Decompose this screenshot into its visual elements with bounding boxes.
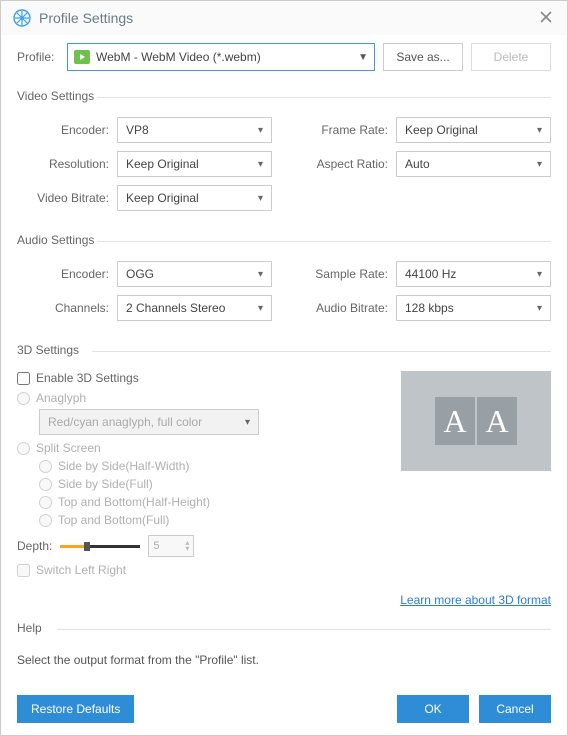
chevron-down-icon: ▾ — [537, 303, 542, 314]
split-radio: Split Screen — [17, 441, 375, 455]
framerate-select[interactable]: Keep Original▾ — [396, 117, 551, 143]
restore-defaults-button[interactable]: Restore Defaults — [17, 695, 134, 723]
switch-lr-checkbox: Switch Left Right — [17, 563, 551, 577]
titlebar: Profile Settings — [1, 1, 567, 35]
play-icon — [74, 50, 90, 64]
video-bitrate-select[interactable]: Keep Original▾ — [117, 185, 272, 211]
video-bitrate-label: Video Bitrate: — [17, 191, 109, 205]
anaglyph-select: Red/cyan anaglyph, full color ▾ — [39, 409, 259, 435]
depth-spin: 5 ▴▾ — [148, 535, 194, 557]
enable-3d-checkbox[interactable]: Enable 3D Settings — [17, 371, 375, 385]
resolution-label: Resolution: — [17, 157, 109, 171]
samplerate-select[interactable]: 44100 Hz▾ — [396, 261, 551, 287]
sbs-half-radio: Side by Side(Half-Width) — [39, 459, 375, 473]
preview-letter-left: A — [435, 397, 475, 445]
video-heading: Video Settings — [17, 89, 551, 111]
save-as-button[interactable]: Save as... — [383, 43, 463, 71]
audio-bitrate-select[interactable]: 128 kbps▾ — [396, 295, 551, 321]
cancel-button[interactable]: Cancel — [479, 695, 551, 723]
threed-heading: 3D Settings — [17, 343, 551, 365]
video-encoder-select[interactable]: VP8▾ — [117, 117, 272, 143]
chevron-down-icon: ▾ — [258, 303, 263, 314]
chevron-down-icon: ▾ — [537, 125, 542, 136]
help-heading: Help — [17, 621, 551, 643]
threed-section: 3D Settings Enable 3D Settings Anaglyph … — [17, 343, 551, 611]
delete-button: Delete — [471, 43, 551, 71]
chevron-down-icon: ▾ — [245, 417, 250, 428]
help-text: Select the output format from the "Profi… — [17, 649, 551, 667]
depth-label: Depth: — [17, 539, 52, 553]
chevron-down-icon: ▾ — [537, 159, 542, 170]
preview-letter-right: A — [477, 397, 517, 445]
profile-value: WebM - WebM Video (*.webm) — [96, 50, 352, 64]
chevron-down-icon: ▾ — [258, 193, 263, 204]
samplerate-label: Sample Rate: — [296, 267, 388, 281]
profile-select[interactable]: WebM - WebM Video (*.webm) ▼ — [67, 43, 375, 71]
close-icon[interactable] — [539, 10, 555, 26]
aspect-label: Aspect Ratio: — [296, 157, 388, 171]
window-title: Profile Settings — [39, 10, 539, 26]
depth-slider[interactable] — [60, 539, 140, 553]
tab-full-radio: Top and Bottom(Full) — [39, 513, 375, 527]
channels-select[interactable]: 2 Channels Stereo▾ — [117, 295, 272, 321]
ok-button[interactable]: OK — [397, 695, 469, 723]
enable-3d-input[interactable] — [17, 372, 30, 385]
bottombar: Restore Defaults OK Cancel — [17, 695, 551, 723]
aspect-select[interactable]: Auto▾ — [396, 151, 551, 177]
chevron-down-icon: ▾ — [258, 269, 263, 280]
app-icon — [13, 9, 31, 27]
resolution-select[interactable]: Keep Original▾ — [117, 151, 272, 177]
framerate-label: Frame Rate: — [296, 123, 388, 137]
anaglyph-radio: Anaglyph — [17, 391, 375, 405]
help-section: Help Select the output format from the "… — [17, 621, 551, 671]
channels-label: Channels: — [17, 301, 109, 315]
video-encoder-label: Encoder: — [17, 123, 109, 137]
chevron-down-icon: ▼ — [358, 52, 368, 63]
video-section: Video Settings Encoder: VP8▾ Frame Rate:… — [17, 89, 551, 223]
learn-3d-link[interactable]: Learn more about 3D format — [400, 593, 551, 607]
audio-heading: Audio Settings — [17, 233, 551, 255]
audio-encoder-select[interactable]: OGG▾ — [117, 261, 272, 287]
chevron-down-icon: ▾ — [258, 125, 263, 136]
audio-section: Audio Settings Encoder: OGG▾ Sample Rate… — [17, 233, 551, 333]
chevron-down-icon: ▾ — [537, 269, 542, 280]
sbs-full-radio: Side by Side(Full) — [39, 477, 375, 491]
tab-half-radio: Top and Bottom(Half-Height) — [39, 495, 375, 509]
threed-preview: A A — [401, 371, 551, 471]
profile-label: Profile: — [17, 50, 59, 64]
audio-encoder-label: Encoder: — [17, 267, 109, 281]
audio-bitrate-label: Audio Bitrate: — [296, 301, 388, 315]
window: Profile Settings Profile: WebM - WebM Vi… — [0, 0, 568, 736]
chevron-down-icon: ▾ — [258, 159, 263, 170]
topbar: Profile: WebM - WebM Video (*.webm) ▼ Sa… — [1, 35, 567, 79]
